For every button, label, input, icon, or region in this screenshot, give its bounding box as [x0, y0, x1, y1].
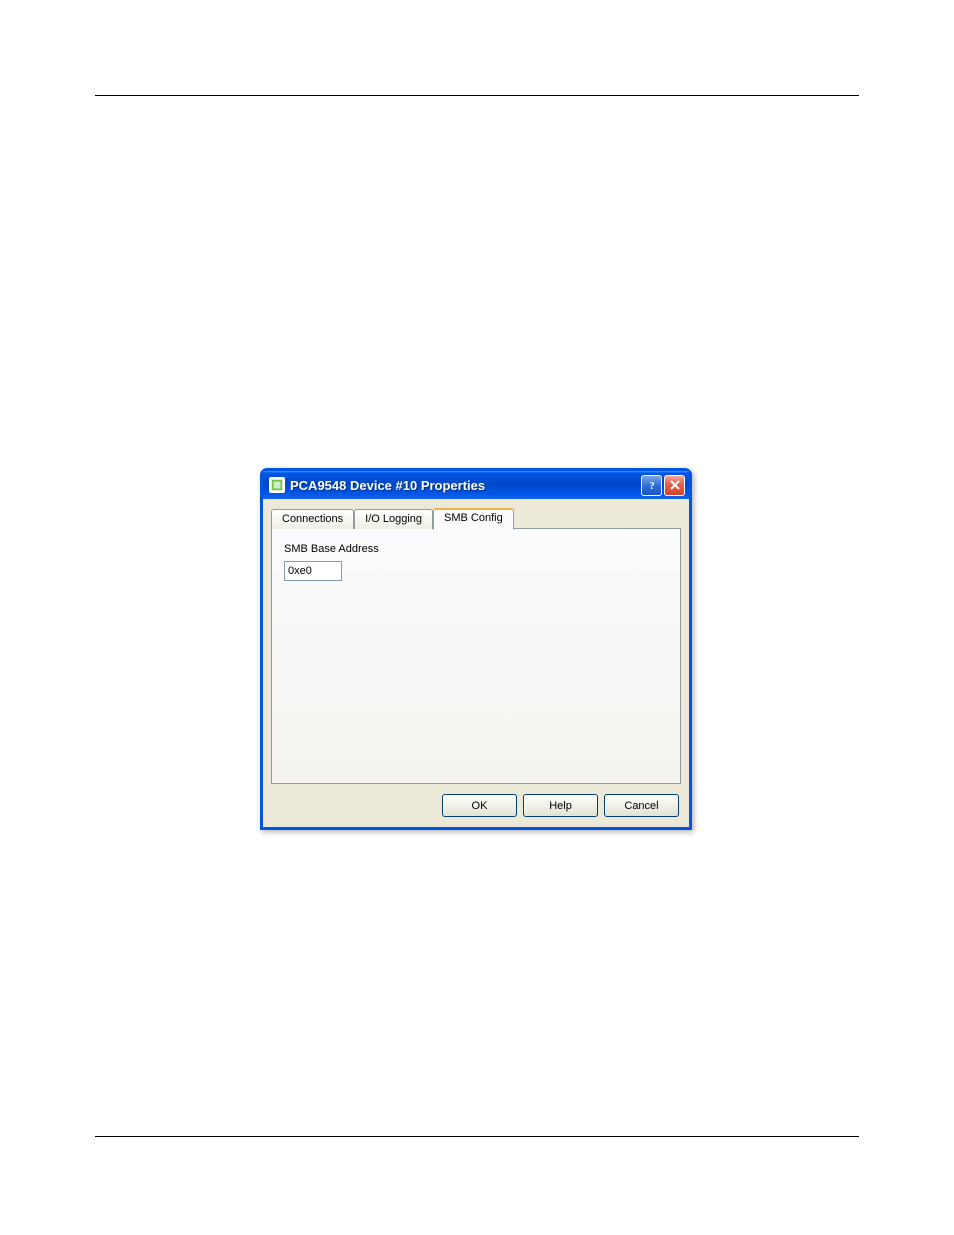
- dialog-title: PCA9548 Device #10 Properties: [290, 478, 641, 493]
- smb-base-address-input[interactable]: [284, 561, 342, 581]
- tab-connections[interactable]: Connections: [271, 509, 354, 529]
- app-icon: [269, 477, 285, 493]
- help-button[interactable]: Help: [523, 794, 598, 817]
- tabs-row: Connections I/O Logging SMB Config: [271, 507, 681, 529]
- tab-io-logging[interactable]: I/O Logging: [354, 509, 433, 529]
- ok-button[interactable]: OK: [442, 794, 517, 817]
- title-bar[interactable]: PCA9548 Device #10 Properties ?: [263, 471, 689, 499]
- context-help-button[interactable]: ?: [641, 475, 662, 496]
- smb-base-address-label: SMB Base Address: [284, 543, 668, 555]
- page-divider-bottom: [95, 1136, 859, 1137]
- title-buttons: ?: [641, 475, 685, 496]
- properties-dialog: PCA9548 Device #10 Properties ? Connecti…: [260, 468, 692, 830]
- dialog-body: Connections I/O Logging SMB Config SMB B…: [263, 499, 689, 827]
- close-button[interactable]: [664, 475, 685, 496]
- dialog-button-row: OK Help Cancel: [271, 784, 681, 817]
- cancel-button[interactable]: Cancel: [604, 794, 679, 817]
- tab-smb-config[interactable]: SMB Config: [433, 508, 514, 530]
- tab-content-smb-config: SMB Base Address: [271, 528, 681, 784]
- svg-text:?: ?: [649, 480, 655, 491]
- page-divider-top: [95, 95, 859, 96]
